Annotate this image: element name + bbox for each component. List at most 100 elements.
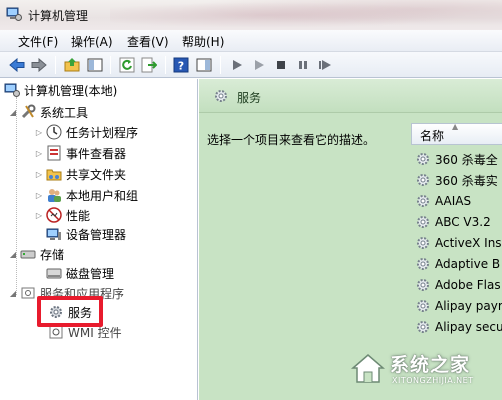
menu-file[interactable]: 文件(F) xyxy=(18,33,58,50)
up-folder-icon[interactable] xyxy=(63,56,81,74)
tree-node-computer-management[interactable]: 计算机管理(本地) xyxy=(4,81,117,99)
gear-icon xyxy=(417,321,429,333)
tree-label: 计算机管理(本地) xyxy=(24,83,118,98)
house-logo-icon xyxy=(350,354,386,383)
tree-node-disk-management[interactable]: 磁盘管理 xyxy=(46,264,114,282)
expand-triangle-icon[interactable]: ▷ xyxy=(34,127,44,137)
gear-icon xyxy=(417,195,429,207)
navigation-tree: 计算机管理(本地) ◢ 系统工具 ▷ 任务计划程序 ▷ 事件查看器 ▷ 共享文件… xyxy=(0,79,198,400)
service-name: AAIAS xyxy=(435,194,472,208)
menu-action[interactable]: 操作(A) xyxy=(71,33,113,50)
gear-icon xyxy=(417,237,429,249)
list-item[interactable]: ActiveX Ins xyxy=(415,233,502,253)
computer-management-icon xyxy=(4,83,20,97)
site-watermark: 系统之家 XITONGZHIJIA.NET xyxy=(350,348,498,392)
export-list-icon[interactable] xyxy=(140,56,158,74)
collapse-triangle-icon[interactable]: ◢ xyxy=(8,249,18,259)
restart-icon[interactable] xyxy=(316,56,334,74)
help-icon[interactable]: ? xyxy=(172,56,190,74)
toolbar-separator xyxy=(55,56,56,74)
toolbar-separator xyxy=(165,56,166,74)
back-arrow-icon[interactable] xyxy=(8,56,26,74)
computer-management-icon xyxy=(6,7,22,21)
list-item[interactable]: Alipay payr xyxy=(415,296,502,316)
stop-icon[interactable] xyxy=(272,56,290,74)
list-item[interactable]: Adaptive B xyxy=(415,254,500,274)
expand-triangle-icon[interactable]: ▷ xyxy=(34,169,44,179)
tree-label: 性能 xyxy=(66,208,91,223)
service-name: Adaptive B xyxy=(435,257,501,271)
clock-icon xyxy=(46,124,62,140)
event-log-icon xyxy=(47,145,61,161)
play-icon[interactable] xyxy=(228,56,246,74)
tree-node-storage[interactable]: ◢ 存储 xyxy=(8,245,64,263)
service-name: Alipay secu xyxy=(435,320,502,334)
tree-node-local-users[interactable]: ▷ 本地用户和组 xyxy=(34,186,138,204)
refresh-icon[interactable] xyxy=(118,56,136,74)
service-name: 360 杀毒全 xyxy=(435,152,498,167)
name-column-label: 名称 xyxy=(420,129,445,143)
tree-node-performance[interactable]: ▷ 性能 xyxy=(34,206,90,224)
list-item[interactable]: ABC V3.2 xyxy=(415,212,491,232)
storage-icon xyxy=(20,250,36,259)
sort-up-icon: ▲ xyxy=(452,122,459,131)
device-manager-icon xyxy=(46,228,61,240)
forward-arrow-icon[interactable] xyxy=(30,56,48,74)
name-column-header[interactable]: ▲ 名称 xyxy=(411,122,502,145)
expand-triangle-icon[interactable]: ▷ xyxy=(34,190,44,200)
tree-node-task-scheduler[interactable]: ▷ 任务计划程序 xyxy=(34,123,138,141)
tree-node-device-manager[interactable]: 设备管理器 xyxy=(46,225,126,243)
gear-icon xyxy=(417,300,429,312)
window-title: 计算机管理 xyxy=(28,9,89,23)
tree-node-shared-folders[interactable]: ▷ 共享文件夹 xyxy=(34,165,126,183)
services-pane-header: 服务 xyxy=(199,79,502,113)
gear-icon xyxy=(417,174,429,186)
tree-label: 存储 xyxy=(40,247,65,262)
annotation-highlight-box xyxy=(37,296,103,327)
gear-icon xyxy=(417,216,429,228)
menu-bar: 文件(F) 操作(A) 查看(V) 帮助(H) xyxy=(0,30,502,52)
tree-label: 本地用户和组 xyxy=(66,188,139,203)
shared-folder-icon xyxy=(46,169,62,181)
svg-text:?: ? xyxy=(178,60,184,73)
gear-icon xyxy=(417,258,429,270)
service-name: Adobe Flas xyxy=(435,278,501,292)
play-outline-icon[interactable] xyxy=(250,56,268,74)
list-item[interactable]: 360 杀毒全 xyxy=(415,149,498,169)
description-text: 选择一个项目来查看它的描述。 xyxy=(207,133,376,147)
watermark-url: XITONGZHIJIA.NET xyxy=(392,376,474,385)
service-name: 360 杀毒实 xyxy=(435,173,498,188)
collapse-triangle-icon[interactable]: ◢ xyxy=(8,288,18,298)
watermark-title: 系统之家 xyxy=(390,354,471,376)
action-pane-icon[interactable] xyxy=(195,56,213,74)
service-name: ABC V3.2 xyxy=(435,215,491,229)
tree-node-event-viewer[interactable]: ▷ 事件查看器 xyxy=(34,144,126,162)
gear-icon xyxy=(417,153,429,165)
tree-label: 事件查看器 xyxy=(66,146,127,161)
list-item[interactable]: Alipay secu xyxy=(415,317,502,337)
service-name: ActiveX Ins xyxy=(435,236,502,250)
pause-icon[interactable] xyxy=(294,56,312,74)
performance-no-entry-icon xyxy=(46,207,62,223)
menu-help[interactable]: 帮助(H) xyxy=(182,33,224,50)
menu-view[interactable]: 查看(V) xyxy=(127,33,169,50)
list-item[interactable]: 360 杀毒实 xyxy=(415,170,498,190)
tree-label: 任务计划程序 xyxy=(66,125,139,140)
collapse-triangle-icon[interactable]: ◢ xyxy=(8,107,18,117)
list-item[interactable]: AAIAS xyxy=(415,191,471,211)
list-item[interactable]: Adobe Flas xyxy=(415,275,501,295)
tools-icon xyxy=(21,104,36,119)
show-hide-tree-icon[interactable] xyxy=(86,56,104,74)
tree-label: 系统工具 xyxy=(40,105,89,120)
toolbar: ? xyxy=(0,52,502,78)
tree-node-system-tools[interactable]: ◢ 系统工具 xyxy=(8,103,88,121)
service-name: Alipay payr xyxy=(435,299,502,313)
tree-label: 设备管理器 xyxy=(66,227,127,242)
disk-icon xyxy=(46,268,62,279)
expand-triangle-icon[interactable]: ▷ xyxy=(34,210,44,220)
expand-triangle-icon[interactable]: ▷ xyxy=(34,148,44,158)
title-bar-decoration xyxy=(110,0,502,30)
gear-icon xyxy=(215,90,227,102)
title-bar[interactable]: 计算机管理 xyxy=(0,0,502,30)
toolbar-separator xyxy=(220,56,221,74)
